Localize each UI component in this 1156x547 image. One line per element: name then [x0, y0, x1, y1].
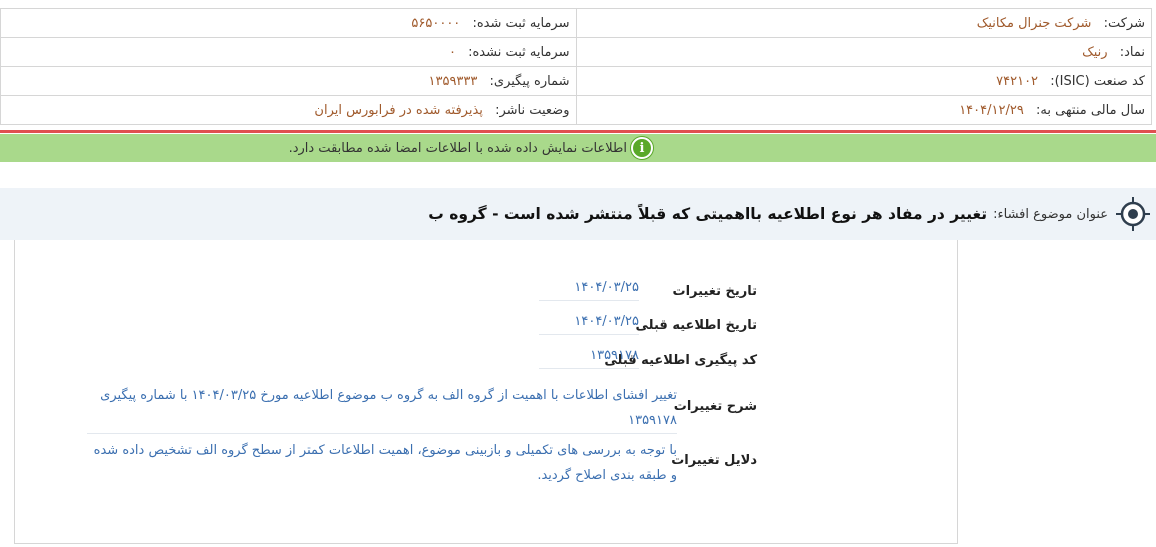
isic-label: کد صنعت (ISIC): — [1050, 73, 1145, 89]
symbol-value: رنیک — [1082, 44, 1108, 60]
isic-value: ۷۴۲۱۰۲ — [996, 73, 1039, 89]
notice-text: اطلاعات نمایش داده شده با اطلاعات امضا ش… — [288, 140, 627, 156]
fiscal-cell: سال مالی منتهی به: ۱۴۰۴/۱۲/۲۹ — [575, 95, 1152, 125]
capital-value: ۵۶۵۰۰۰۰ — [411, 15, 461, 31]
unregistered-capital-cell: سرمایه ثبت نشده: ۰ — [0, 37, 577, 67]
publisher-status-value: پذیرفته شده در فرابورس ایران — [314, 102, 483, 118]
detail-label: شرح تغییرات — [673, 399, 757, 414]
info-row: سال مالی منتهی به: ۱۴۰۴/۱۲/۲۹ وضعیت ناشر… — [0, 95, 1152, 125]
company-label: شرکت: — [1103, 15, 1145, 31]
tracking-value: ۱۳۵۹۳۳۳ — [428, 73, 478, 89]
unregistered-capital-label: سرمایه ثبت نشده: — [468, 44, 570, 60]
publisher-status-cell: وضعیت ناشر: پذیرفته شده در فرابورس ایران — [0, 95, 577, 125]
company-value: شرکت جنرال مکانیک — [976, 15, 1092, 31]
symbol-label: نماد: — [1119, 44, 1145, 60]
detail-value: تغییر افشای اطلاعات با اهمیت از گروه الف… — [87, 383, 677, 434]
title-label: عنوان موضوع افشاء: — [993, 206, 1108, 222]
info-icon: i — [631, 137, 653, 159]
detail-label: تاریخ اطلاعیه قبلی — [635, 318, 757, 333]
fiscal-label: سال مالی منتهی به: — [1035, 102, 1145, 118]
publisher-status-label: وضعیت ناشر: — [495, 102, 570, 118]
isic-cell: کد صنعت (ISIC): ۷۴۲۱۰۲ — [575, 66, 1152, 96]
info-row: کد صنعت (ISIC): ۷۴۲۱۰۲ شماره پیگیری: ۱۳۵… — [0, 66, 1152, 96]
tracking-label: شماره پیگیری: — [489, 73, 570, 89]
verification-notice: i اطلاعات نمایش داده شده با اطلاعات امضا… — [0, 134, 1156, 162]
detail-label: تاریخ تغییرات — [672, 284, 757, 299]
section-divider — [0, 130, 1156, 133]
detail-value: ۱۴۰۴/۰۳/۲۵ — [539, 280, 639, 301]
details-panel: تاریخ تغییرات ۱۴۰۴/۰۳/۲۵ تاریخ اطلاعیه ق… — [14, 240, 958, 544]
detail-value: ۱۴۰۴/۰۳/۲۵ — [539, 314, 639, 335]
info-row: نماد: رنیک سرمایه ثبت نشده: ۰ — [0, 37, 1152, 67]
company-cell: شرکت: شرکت جنرال مکانیک — [575, 8, 1152, 38]
capital-label: سرمایه ثبت شده: — [472, 15, 570, 31]
detail-label: دلایل تغییرات — [671, 453, 757, 468]
info-row: شرکت: شرکت جنرال مکانیک سرمایه ثبت شده: … — [0, 8, 1152, 38]
company-info-table: شرکت: شرکت جنرال مکانیک سرمایه ثبت شده: … — [0, 8, 1152, 125]
disclosure-title: تغییر در مفاد هر نوع اطلاعیه بااهمیتی که… — [428, 205, 988, 223]
detail-value: ۱۳۵۹۱۷۸ — [539, 348, 639, 369]
fiscal-value: ۱۴۰۴/۱۲/۲۹ — [959, 102, 1024, 118]
unregistered-capital-value: ۰ — [448, 44, 456, 60]
symbol-cell: نماد: رنیک — [575, 37, 1152, 67]
disclosure-title-bar: عنوان موضوع افشاء: تغییر در مفاد هر نوع … — [0, 188, 1156, 240]
detail-value: با توجه به بررسی های تکمیلی و بازبینی مو… — [93, 443, 677, 483]
target-icon — [1116, 197, 1150, 231]
capital-cell: سرمایه ثبت شده: ۵۶۵۰۰۰۰ — [0, 8, 577, 38]
tracking-cell: شماره پیگیری: ۱۳۵۹۳۳۳ — [0, 66, 577, 96]
